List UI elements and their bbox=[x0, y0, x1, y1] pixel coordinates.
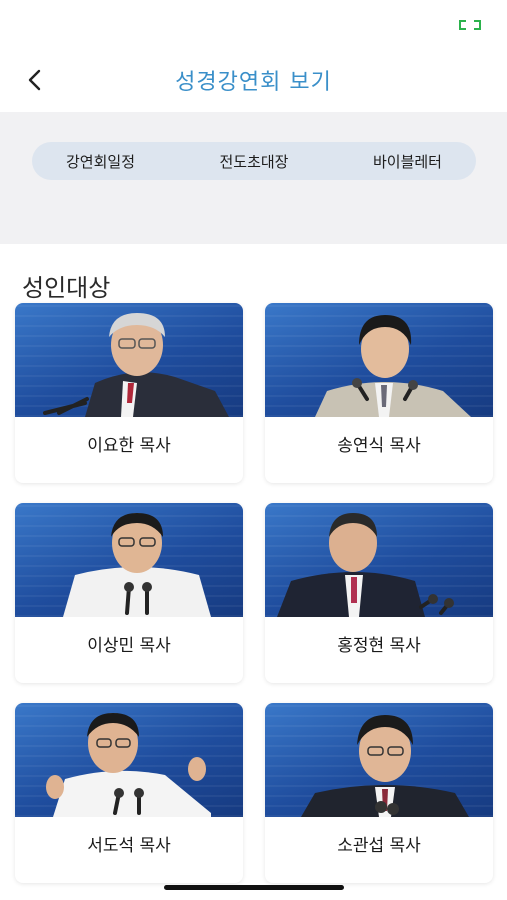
speaker-name: 서도석 목사 bbox=[87, 836, 171, 856]
tab-panel: 강연회일정 전도초대장 바이블레터 bbox=[0, 112, 507, 244]
speaker-photo bbox=[265, 703, 493, 817]
tab-bible-letter[interactable]: 바이블레터 bbox=[373, 151, 442, 172]
fullscreen-icon bbox=[459, 20, 481, 30]
speaker-card[interactable]: 이상민 목사 bbox=[15, 503, 243, 683]
speaker-photo bbox=[15, 303, 243, 417]
speaker-name: 홍정현 목사 bbox=[337, 636, 421, 656]
speaker-name: 이요한 목사 bbox=[87, 436, 171, 456]
speaker-photo bbox=[15, 503, 243, 617]
speaker-card[interactable]: 이요한 목사 bbox=[15, 303, 243, 483]
speaker-name: 송연식 목사 bbox=[337, 436, 421, 456]
home-indicator[interactable] bbox=[164, 885, 344, 890]
speaker-name: 소관섭 목사 bbox=[337, 836, 421, 856]
speaker-name: 이상민 목사 bbox=[87, 636, 171, 656]
speaker-card[interactable]: 소관섭 목사 bbox=[265, 703, 493, 883]
speaker-photo bbox=[265, 503, 493, 617]
segmented-control: 강연회일정 전도초대장 바이블레터 bbox=[32, 142, 476, 180]
speaker-card[interactable]: 송연식 목사 bbox=[265, 303, 493, 483]
speaker-card[interactable]: 홍정현 목사 bbox=[265, 503, 493, 683]
speaker-card[interactable]: 서도석 목사 bbox=[15, 703, 243, 883]
speaker-photo bbox=[15, 703, 243, 817]
speaker-photo bbox=[265, 303, 493, 417]
status-bar bbox=[0, 0, 507, 50]
section-title: 성인대상 bbox=[22, 274, 111, 302]
tab-invitation[interactable]: 전도초대장 bbox=[219, 151, 288, 172]
page-title: 성경강연회 보기 bbox=[175, 70, 332, 95]
tab-schedule[interactable]: 강연회일정 bbox=[66, 151, 135, 172]
nav-bar: 성경강연회 보기 bbox=[0, 50, 507, 112]
